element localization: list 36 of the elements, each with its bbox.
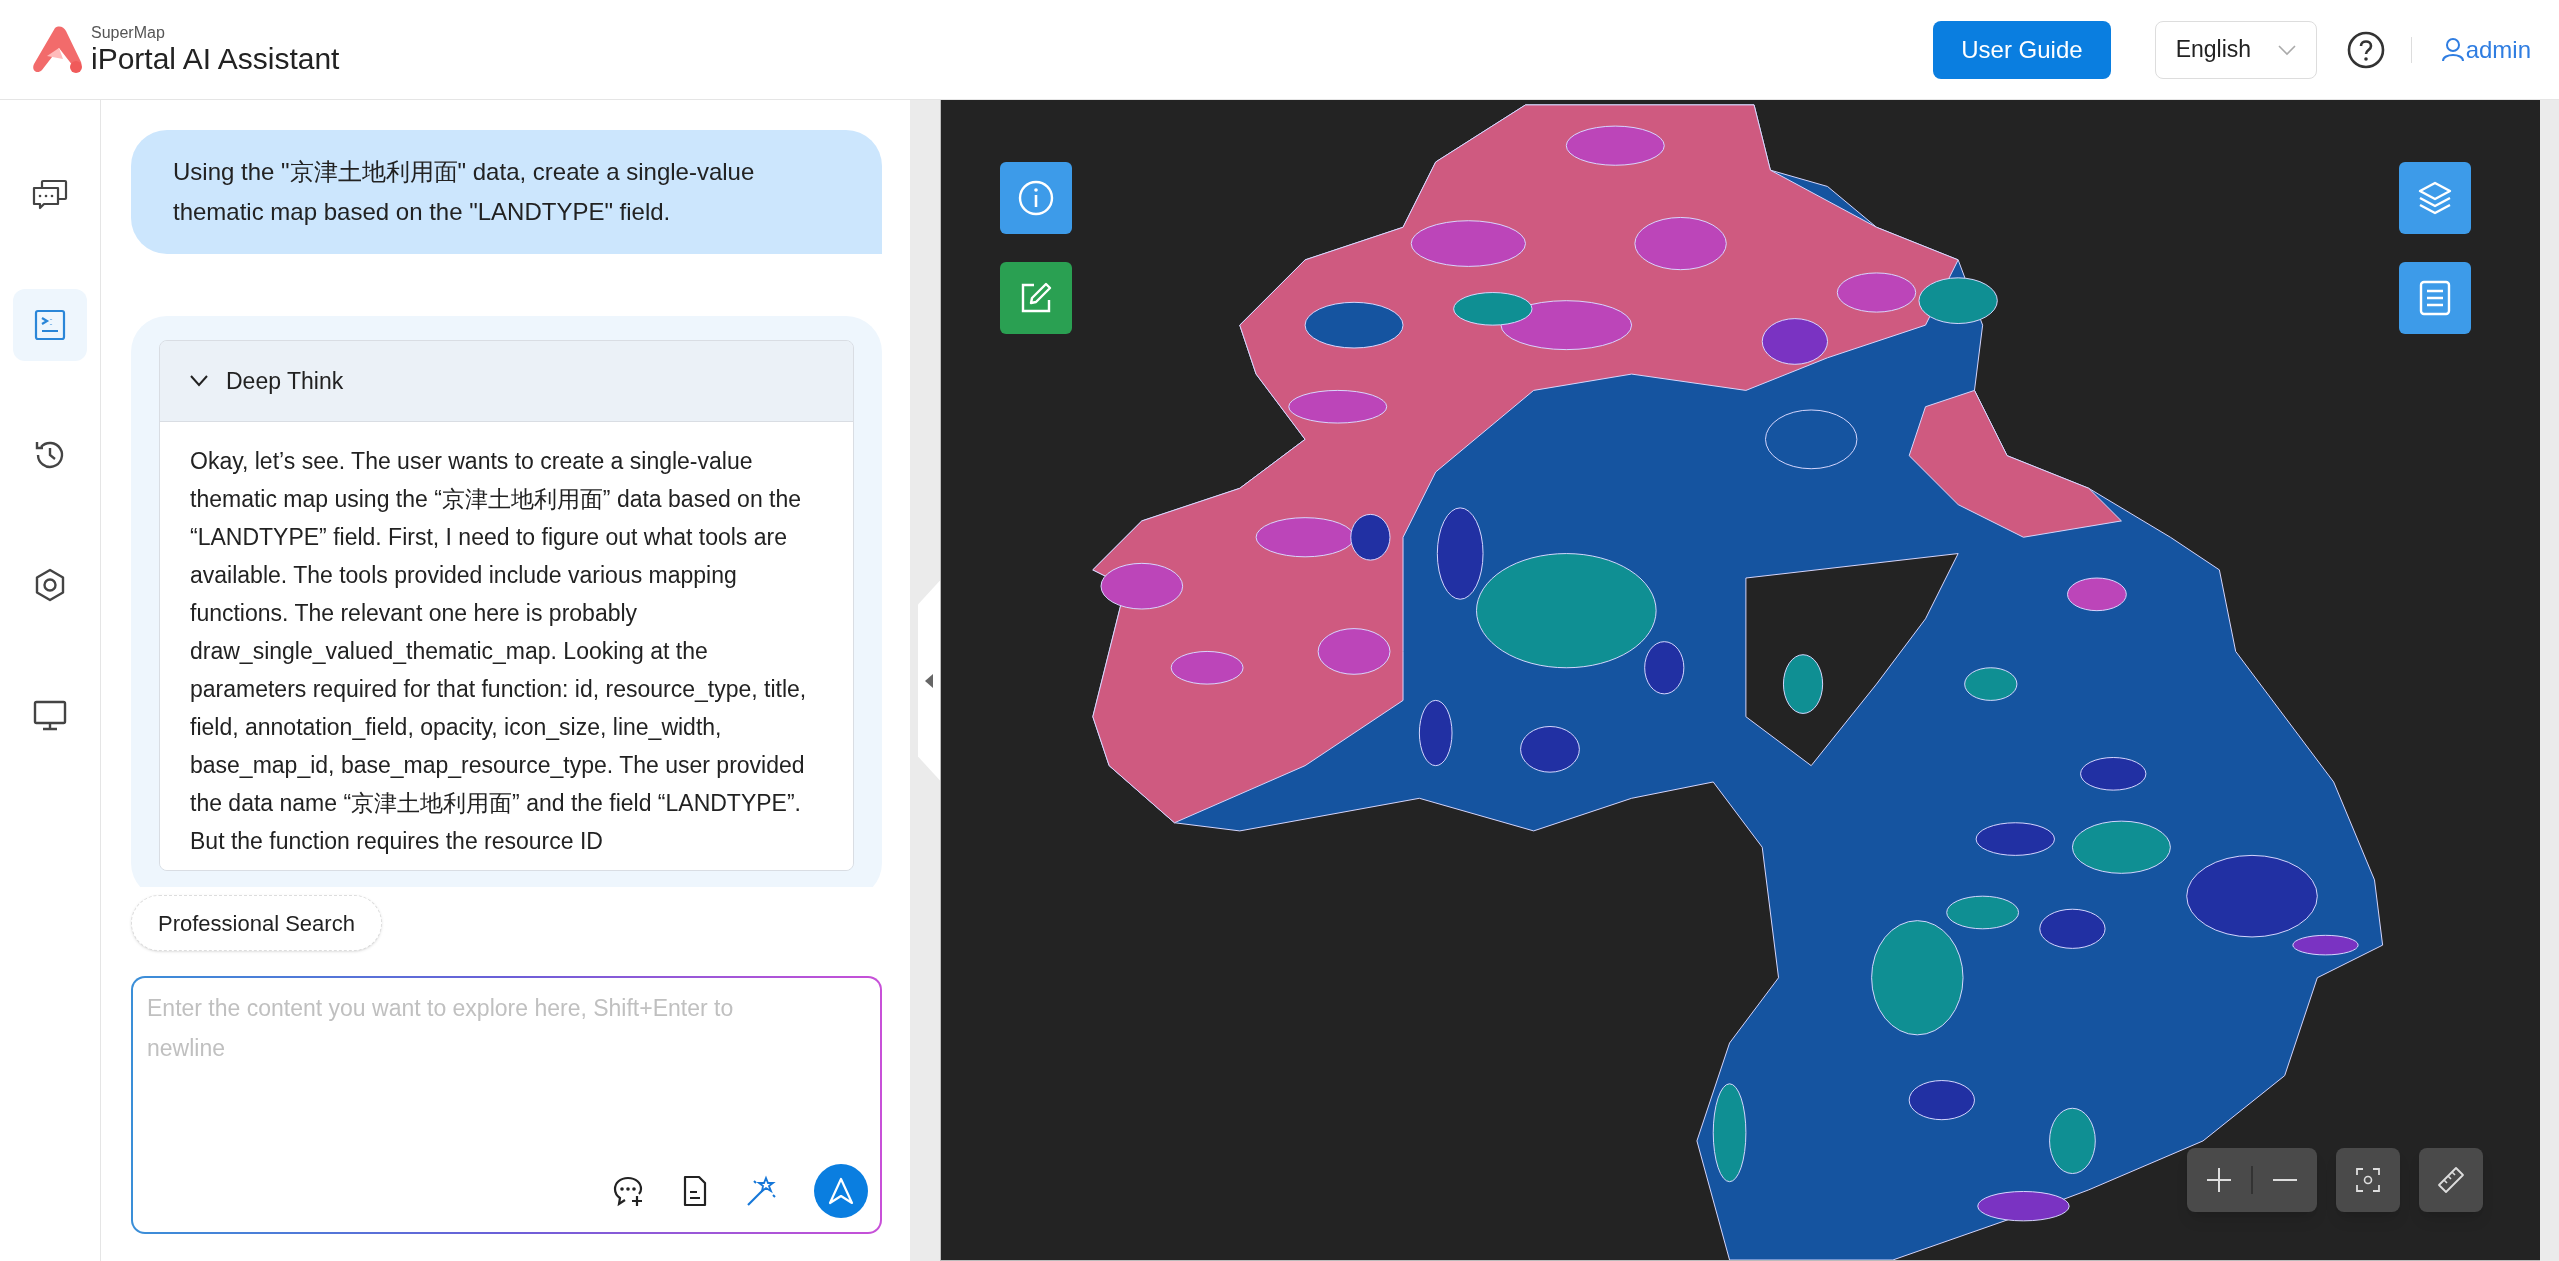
help-icon[interactable] (2346, 30, 2385, 69)
edit-button[interactable] (1000, 262, 1072, 334)
list-icon (2418, 280, 2452, 316)
layers-button[interactable] (2399, 162, 2471, 234)
user-link[interactable]: admin (2441, 31, 2531, 68)
measure-button[interactable] (2419, 1148, 2483, 1212)
user-icon (2441, 37, 2464, 62)
brand-subtitle: SuperMap (91, 25, 166, 41)
chevron-down-icon (190, 375, 208, 387)
minus-icon (2273, 1178, 2297, 1182)
reasoning-text: Okay, let’s see. The user wants to create a single-value thematic map using the “京津土地利用面” data based on the “LANDTYPE” field. First, I need to figure out what tools are available. The tools provided include various mapping functions. The relevant one here is probably draw_single_valued_thematic_map. Looking at the parameters required for that function: id, resource_type, title, field, annotation_field, opacity, icon_size, line_width, base_map_id, base_map_resource_type. The user provided the data name “京津土地利用面” and the field “LANDTYPE”. But the function requires the resource ID (160, 421, 853, 870)
professional-search-chip[interactable]: Professional Search (131, 895, 382, 951)
magic-wand-icon[interactable] (746, 1175, 776, 1207)
chevron-down-icon (2277, 43, 2296, 56)
ruler-icon (2437, 1166, 2465, 1194)
app-title: iPortal AI Assistant (91, 44, 340, 74)
info-icon (1017, 179, 1055, 217)
list-button[interactable] (2399, 262, 2471, 334)
input-box[interactable]: Enter the content you want to explore here, Shift+Enter to newline (131, 976, 882, 1234)
document-icon[interactable] (682, 1175, 708, 1207)
deep-think-header[interactable]: Deep Think (160, 341, 853, 421)
message-input[interactable]: Enter the content you want to explore here, Shift+Enter to newline (133, 978, 880, 1164)
focus-icon (2356, 1168, 2380, 1192)
user-message: Using the "京津土地利用面" data, create a single-value thematic map based on the "LANDTYPE" field. (131, 130, 882, 254)
terminal-icon (32, 307, 68, 343)
logo-icon (33, 25, 83, 74)
plus-icon (2207, 1168, 2231, 1192)
locate-button[interactable] (2336, 1148, 2400, 1212)
new-chat-icon[interactable] (612, 1175, 644, 1207)
caret-left-icon (925, 673, 933, 688)
info-button[interactable] (1000, 162, 1072, 234)
send-button[interactable] (814, 1164, 868, 1218)
user-guide-button[interactable]: User Guide (1933, 20, 2111, 79)
send-icon (828, 1177, 854, 1205)
language-select[interactable]: English (2154, 20, 2317, 79)
layers-icon (2416, 179, 2454, 217)
